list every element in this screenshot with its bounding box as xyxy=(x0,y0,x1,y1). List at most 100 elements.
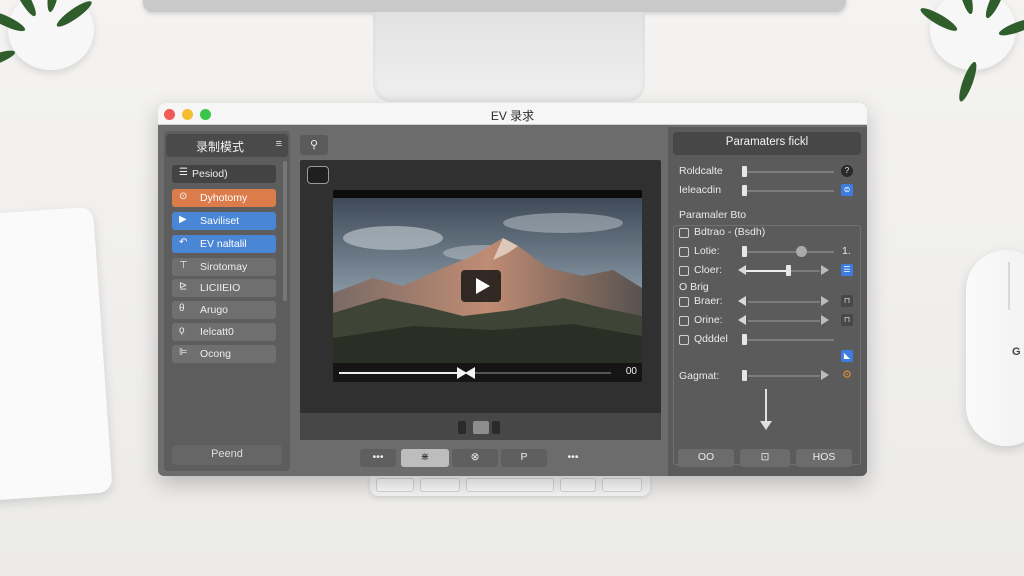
sidebar-item-arugo[interactable]: θ Arugo xyxy=(172,301,276,319)
menu-icon[interactable]: ☰ xyxy=(841,264,853,276)
sidebar-item-ev-naltalil[interactable]: ↶ EV naltalil xyxy=(172,235,276,253)
sidebar-item-dyhotomy[interactable]: ⊙ Dyhotomy xyxy=(172,189,276,207)
help-icon[interactable]: ? xyxy=(841,165,853,177)
timeline-handle-right[interactable] xyxy=(465,367,475,379)
page-indicator-active[interactable] xyxy=(473,421,489,434)
page-indicator[interactable] xyxy=(492,421,500,434)
increase-arrow-icon[interactable] xyxy=(821,315,829,325)
slider-handle[interactable] xyxy=(742,334,747,345)
increase-arrow-icon[interactable] xyxy=(821,265,829,275)
search-icon[interactable]: ⚲ xyxy=(300,135,328,155)
sidebar-item-label: Pesiod) xyxy=(192,168,228,180)
param-checkbox[interactable] xyxy=(679,297,689,307)
slider-handle[interactable] xyxy=(742,370,747,381)
slider-track[interactable] xyxy=(742,171,834,173)
titlebar: EV 录求 xyxy=(158,103,867,125)
video-timeline[interactable]: 00 xyxy=(333,363,642,382)
slider-track[interactable] xyxy=(748,375,820,377)
menu-icon[interactable]: ≡ xyxy=(276,138,282,150)
param-checkbox[interactable] xyxy=(679,266,689,276)
plant-right xyxy=(918,0,1024,104)
decrease-arrow-icon[interactable] xyxy=(738,296,746,306)
mouse-logo: G xyxy=(1012,346,1021,358)
down-arrow-icon xyxy=(760,421,772,430)
chart-icon: ⊵ xyxy=(179,281,188,292)
save-button[interactable]: ⊡ xyxy=(740,449,790,467)
keyboard-key xyxy=(560,478,596,492)
record-icon[interactable] xyxy=(307,166,329,184)
lock-icon[interactable]: ⊓ xyxy=(841,314,853,326)
slider-track[interactable] xyxy=(742,251,834,253)
sidebar-item-period[interactable]: ☰ Pesiod) xyxy=(172,165,276,183)
sidebar-item-label: Saviliset xyxy=(200,215,240,227)
settings-icon[interactable]: ⚙ xyxy=(841,369,853,381)
slider-track[interactable] xyxy=(742,190,834,192)
slider-track[interactable] xyxy=(748,301,820,303)
circle-icon: ⊙ xyxy=(179,191,188,202)
keyboard-key xyxy=(466,478,554,492)
slider-fill xyxy=(746,270,786,272)
slider-handle[interactable] xyxy=(742,246,747,257)
notebook xyxy=(0,206,113,504)
decrease-arrow-icon[interactable] xyxy=(738,265,746,275)
decrease-arrow-icon[interactable] xyxy=(738,315,746,325)
keyboard-key xyxy=(602,478,642,492)
sidebar-item-sirotomay[interactable]: ⊤ Sirotomay xyxy=(172,258,276,276)
lock-icon[interactable]: ⊓ xyxy=(841,295,853,307)
parameter-tool-button[interactable]: P xyxy=(501,449,547,467)
link-icon[interactable]: ⊜ xyxy=(841,184,853,196)
param-checkbox[interactable] xyxy=(679,228,689,238)
audio-icon: θ xyxy=(179,303,185,314)
ok-button[interactable]: OO xyxy=(678,449,734,467)
param-value: 1. xyxy=(842,245,851,257)
slider-track[interactable] xyxy=(748,320,820,322)
param-label: Qdddel xyxy=(694,333,728,345)
edit-tool-button[interactable]: ⋇ xyxy=(401,449,449,467)
video-player[interactable]: 00 xyxy=(333,190,642,382)
plant-left xyxy=(0,0,100,72)
location-icon: ϙ xyxy=(179,325,185,336)
more-options-button[interactable]: ••• xyxy=(360,449,396,467)
layers-icon: ⊫ xyxy=(179,347,188,358)
slider-handle[interactable] xyxy=(742,185,747,196)
sidebar-item-saviliset[interactable]: ▶ Saviliset xyxy=(172,212,276,230)
play-icon: ▶ xyxy=(179,214,187,225)
panel-title: Paramaters ﬁckl xyxy=(673,132,861,155)
section-title: Paramaler Bto xyxy=(679,209,747,221)
hos-button[interactable]: HOS xyxy=(796,449,852,467)
sidebar-item-ocong[interactable]: ⊫ Ocong xyxy=(172,345,276,363)
sidebar-footer-button[interactable]: Peend xyxy=(172,445,282,465)
slider-track[interactable] xyxy=(742,339,834,341)
list-icon: ☰ xyxy=(179,167,188,178)
param-checkbox[interactable] xyxy=(679,335,689,345)
timeline-track[interactable] xyxy=(339,367,611,379)
slider-track[interactable] xyxy=(786,270,820,272)
sidebar-item-liciieio[interactable]: ⊵ LICIIEIO xyxy=(172,279,276,297)
param-checkbox[interactable] xyxy=(679,247,689,257)
more-options-button[interactable]: ••• xyxy=(555,449,591,467)
effect-tool-button[interactable]: ⊗ xyxy=(452,449,498,467)
param-label: Bdtrao - (Bsdh) xyxy=(694,226,766,238)
increase-arrow-icon[interactable] xyxy=(821,370,829,380)
slider-handle[interactable] xyxy=(786,265,791,276)
sidebar-item-ielcatt0[interactable]: ϙ Ielcatt0 xyxy=(172,323,276,341)
param-label: Braer: xyxy=(694,295,723,307)
video-time: 00 xyxy=(625,366,637,377)
sidebar-scrollbar[interactable] xyxy=(283,161,287,301)
preview-area: 00 xyxy=(300,160,661,440)
sidebar-item-label: Arugo xyxy=(200,304,229,316)
plant-leaf xyxy=(0,47,17,72)
sidebar-header: 录制模式 ≡ xyxy=(166,134,288,157)
sidebar-item-label: Ocong xyxy=(200,348,231,360)
monitor-stand xyxy=(373,12,645,102)
play-button[interactable] xyxy=(461,270,501,302)
page-indicator[interactable] xyxy=(458,421,466,434)
slider-handle[interactable] xyxy=(742,166,747,177)
mouse: G xyxy=(966,250,1024,446)
sidebar-title: 录制模式 xyxy=(195,140,244,154)
app-window: EV 录求 录制模式 ≡ ☰ Pesiod) ⊙ Dyhotomy ▶ Savi… xyxy=(158,103,867,476)
param-checkbox[interactable] xyxy=(679,316,689,326)
slider-handle[interactable] xyxy=(796,246,807,257)
image-icon[interactable]: ◣ xyxy=(841,350,853,362)
increase-arrow-icon[interactable] xyxy=(821,296,829,306)
